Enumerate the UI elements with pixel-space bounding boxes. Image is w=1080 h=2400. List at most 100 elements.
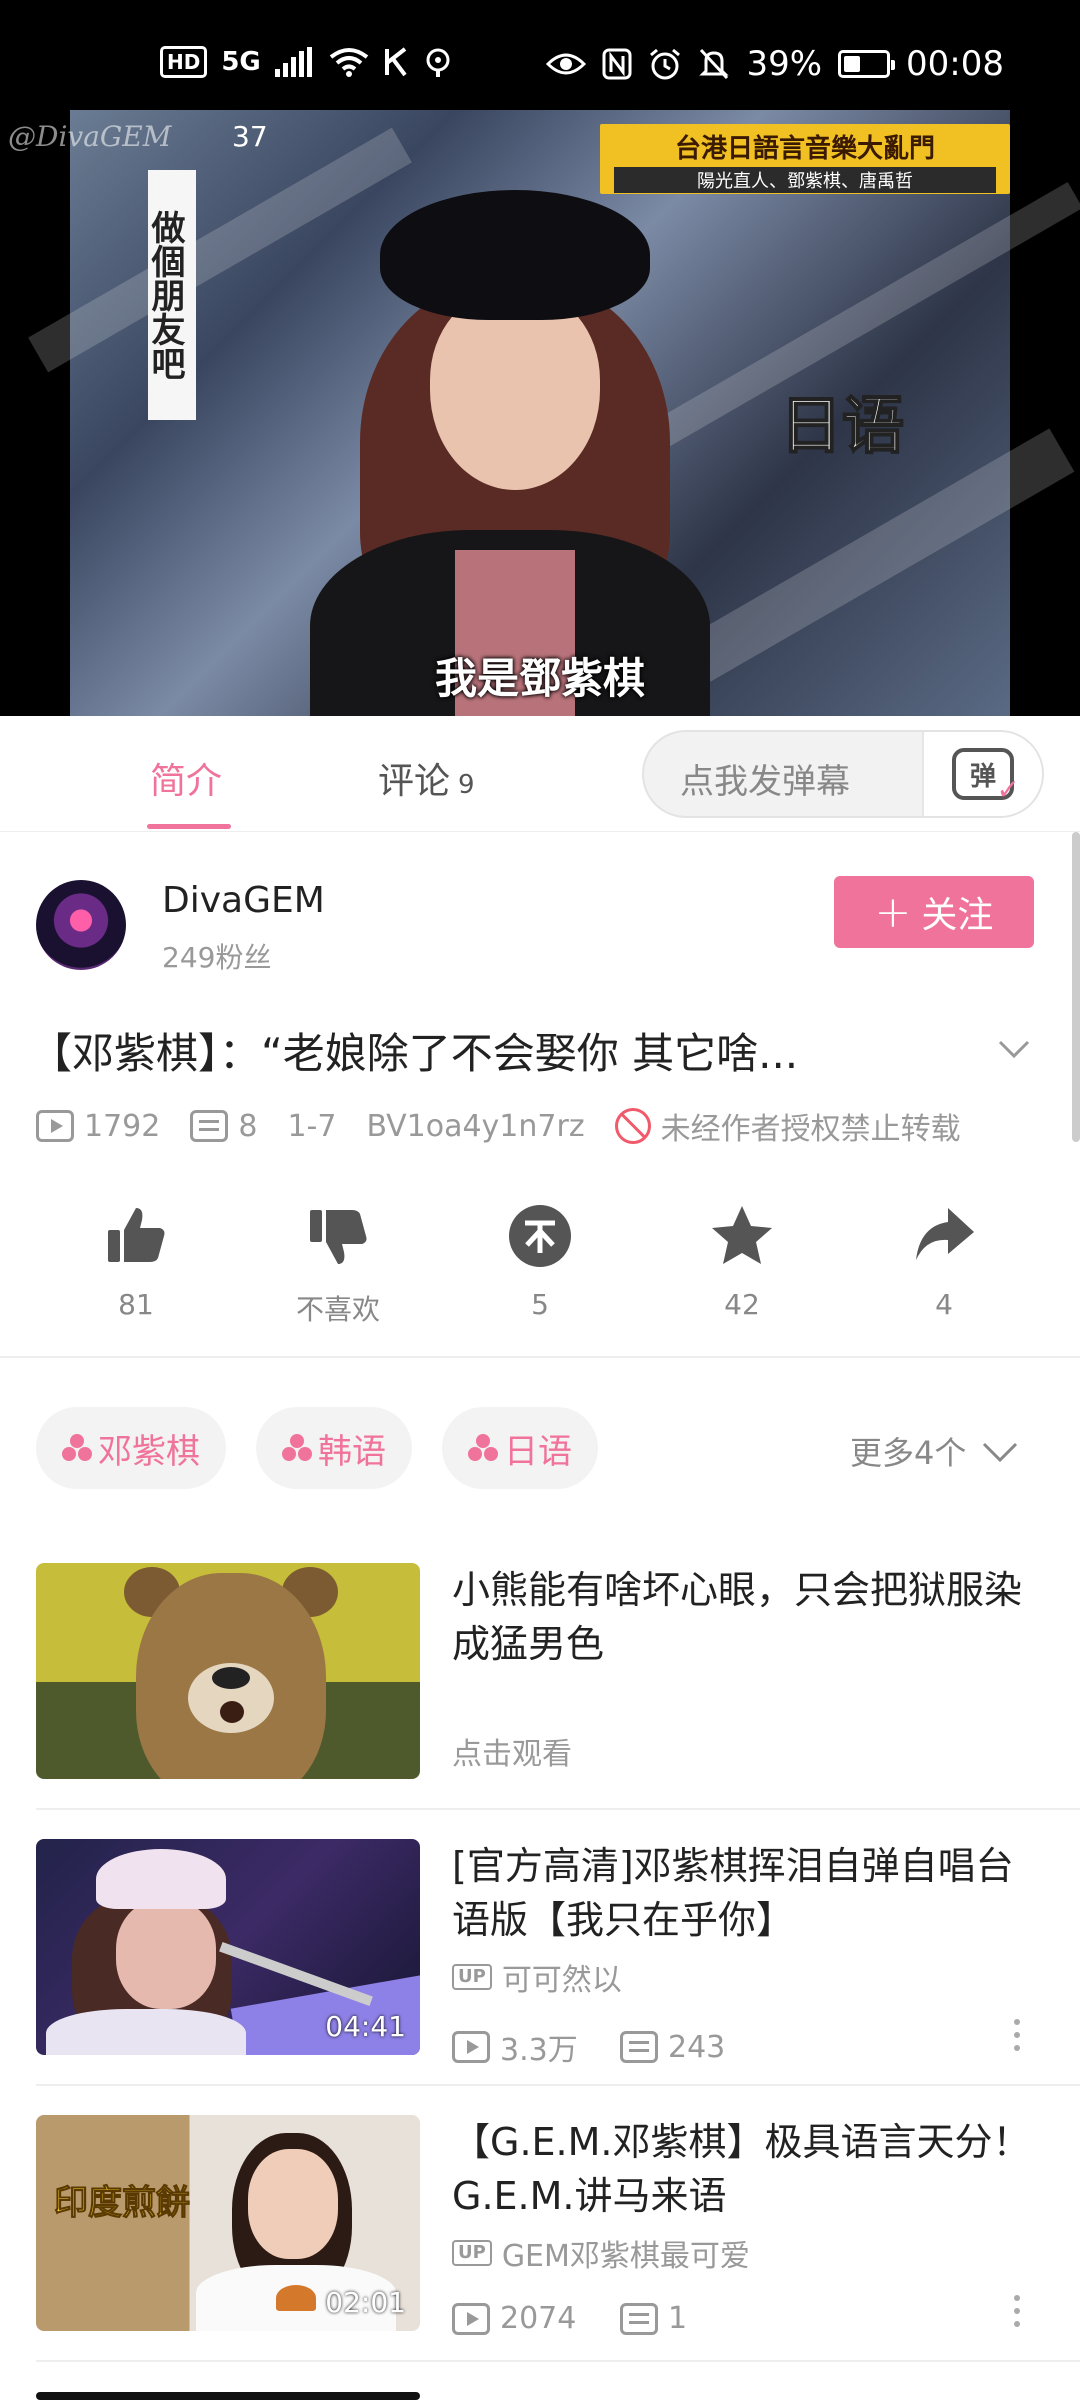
hd-icon: HD <box>160 46 208 78</box>
rec-uploader-name: GEM邓紫棋最可爱 <box>501 2239 750 2274</box>
divider <box>36 1808 1080 1810</box>
rec-hint: 点击观看 <box>452 1737 572 1772</box>
danmu-placeholder: 点我发弹幕 <box>680 762 850 802</box>
nfc-icon <box>602 46 632 82</box>
like-button[interactable]: 81 <box>56 1196 216 1321</box>
bv-id: BV1oa4y1n7rz <box>366 1108 585 1144</box>
dislike-label: 不喜欢 <box>295 1293 380 1326</box>
banner-title: 台港日語言音樂大亂門 <box>674 134 935 164</box>
rec-title[interactable]: [官方高清]邓紫棋挥泪自弹自唱台语版【我只在乎你】 <box>452 1839 1044 1947</box>
network-label: 5G <box>221 47 261 77</box>
danmaku-icon <box>620 2031 658 2063</box>
action-bar: 81 不喜欢 5 42 4 <box>0 1196 1080 1358</box>
tag-icon <box>62 1434 92 1462</box>
copyright-notice: 未经作者授权禁止转载 <box>614 1104 961 1148</box>
mute-icon <box>698 46 730 82</box>
tag-label: 邓紫棋 <box>98 1431 200 1472</box>
rec-stats: 3.3万 243 <box>452 2025 725 2069</box>
follow-label: 关注 <box>921 895 994 936</box>
tag-icon <box>468 1434 498 1462</box>
avatar[interactable] <box>36 880 126 970</box>
rec-stats: 2074 1 <box>452 2301 687 2336</box>
hotspot-icon <box>423 44 453 80</box>
more-options-icon[interactable] <box>1014 2019 1022 2059</box>
more-options-icon[interactable] <box>1014 2295 1022 2335</box>
video-meta: 1792 8 1-7 BV1oa4y1n7rz 未经作者授权禁止转载 <box>36 1104 961 1148</box>
status-left: HD 5G <box>160 44 453 80</box>
k-app-icon <box>383 44 409 80</box>
coin-icon <box>460 1196 620 1276</box>
video-thumbnail[interactable] <box>36 2392 420 2400</box>
more-tags-button[interactable]: 更多4个 <box>850 1428 1020 1474</box>
tag-chip[interactable]: 韩语 <box>256 1407 412 1489</box>
expand-chevron-icon[interactable] <box>996 1030 1032 1066</box>
video-person <box>290 170 710 716</box>
battery-fill <box>844 56 861 72</box>
thumbs-up-icon <box>56 1196 216 1276</box>
danmu-input[interactable]: 点我发弹幕 弹 <box>642 730 1044 818</box>
favorite-button[interactable]: 42 <box>662 1196 822 1321</box>
share-count: 4 <box>935 1288 953 1321</box>
danmaku-icon <box>620 2302 658 2335</box>
video-thumbnail[interactable] <box>36 1563 420 1779</box>
tab-intro[interactable]: 简介 <box>150 752 222 804</box>
video-title[interactable]: 【邓紫棋】：“老娘除了不会娶你 其它啥... <box>30 1020 950 1081</box>
list-item[interactable]: 小熊能有啥坏心眼，只会把狱服染成猛男色 点击观看 <box>36 1563 1044 1803</box>
coin-button[interactable]: 5 <box>460 1196 620 1321</box>
battery-icon <box>838 50 896 78</box>
uploader-row: DivaGEM 249粉丝 + 关注 <box>0 832 1080 1002</box>
publish-date: 1-7 <box>287 1108 337 1144</box>
vertical-caption: 做個朋友吧 <box>145 170 196 420</box>
danmu-icon: 弹 <box>952 748 1020 806</box>
tag-chip[interactable]: 日语 <box>442 1407 598 1489</box>
follow-button[interactable]: + 关注 <box>834 876 1034 948</box>
danmaku-count-value: 8 <box>238 1108 258 1144</box>
rec-uploader-name: 可可然以 <box>501 1963 622 1998</box>
play-count: 1792 <box>36 1109 160 1144</box>
uploader-name[interactable]: DivaGEM <box>162 880 325 921</box>
thumbnail-label: 印度煎餅 <box>54 2183 191 2224</box>
play-icon <box>452 2031 490 2063</box>
coin-count: 5 <box>531 1288 549 1321</box>
danmaku-icon <box>190 1110 229 1142</box>
rec-title[interactable]: 小熊能有啥坏心眼，只会把狱服染成猛男色 <box>452 1563 1044 1671</box>
tab-bar: 简介 评论 9 点我发弹幕 弹 <box>0 716 1080 832</box>
play-count-value: 1792 <box>84 1108 161 1144</box>
tag-list: 邓紫棋 韩语 日语 <box>36 1407 598 1489</box>
rec-uploader: UP 可可然以 <box>452 1955 622 1999</box>
rec-title[interactable]: 【G.E.M.邓紫棋】极具语言天分！G.E.M.讲马来语 <box>452 2115 1044 2223</box>
copyright-text: 未经作者授权禁止转载 <box>660 1112 961 1147</box>
rec-uploader: UP GEM邓紫棋最可爱 <box>452 2231 750 2275</box>
video-player[interactable]: @DivaGEM 37 台港日語言音樂大亂門 陽光直人、鄧紫棋、唐禹哲 做個朋友… <box>0 110 1080 716</box>
eye-icon <box>546 46 587 82</box>
danmu-toggle-button[interactable]: 弹 <box>922 732 1042 816</box>
divider <box>36 2084 1080 2086</box>
video-thumbnail[interactable]: 04:41 <box>36 1839 420 2055</box>
danmaku-count: 8 <box>190 1109 257 1144</box>
tab-comments[interactable]: 评论 9 <box>378 752 475 804</box>
tab-intro-label: 简介 <box>150 761 223 802</box>
list-item[interactable]: 印度煎餅 02:01 【G.E.M.邓紫棋】极具语言天分！G.E.M.讲马来语 … <box>36 2115 1044 2355</box>
list-item[interactable] <box>36 2392 1044 2400</box>
video-thumbnail[interactable]: 印度煎餅 02:01 <box>36 2115 420 2331</box>
video-duration: 04:41 <box>325 2010 406 2043</box>
tag-chip[interactable]: 邓紫棋 <box>36 1407 226 1489</box>
star-icon <box>662 1196 822 1276</box>
plus-icon: + <box>874 886 912 938</box>
status-right: 39% 00:08 <box>546 44 1004 84</box>
tab-comments-label: 评论 <box>378 761 451 802</box>
play-count-icon <box>36 1110 74 1142</box>
play-icon <box>452 2302 490 2335</box>
no-repost-icon <box>614 1108 651 1144</box>
dislike-button[interactable]: 不喜欢 <box>258 1196 418 1328</box>
thumbs-down-icon <box>258 1196 418 1276</box>
rec-danmaku: 1 <box>668 2301 688 2336</box>
share-button[interactable]: 4 <box>864 1196 1024 1321</box>
video-episode-number: 37 <box>232 120 268 153</box>
scrollbar[interactable] <box>1072 832 1080 1142</box>
like-count: 81 <box>118 1288 154 1321</box>
rec-danmaku: 243 <box>668 2029 726 2065</box>
list-item[interactable]: 04:41 [官方高清]邓紫棋挥泪自弹自唱台语版【我只在乎你】 UP 可可然以 3… <box>36 1839 1044 2079</box>
battery-percent: 39% <box>746 44 823 84</box>
rec-plays: 2074 <box>500 2301 577 2336</box>
